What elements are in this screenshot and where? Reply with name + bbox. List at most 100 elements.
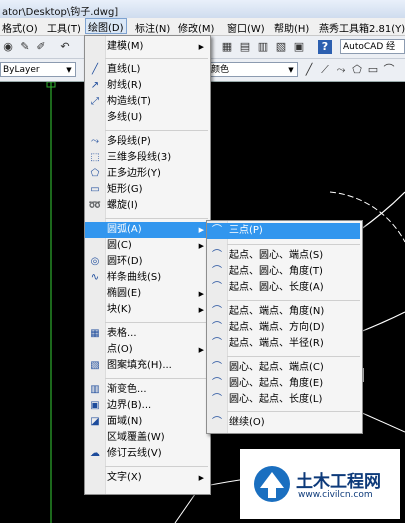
menu-modify[interactable]: 修改(M) [178,20,214,35]
open-icon[interactable]: ◉ [1,40,15,54]
draw-menu-item-label: 区域覆盖(W) [107,432,165,443]
draw-menu-item[interactable]: ◎ 圆环(D) [85,254,208,270]
draw-menu-item-label: 边界(B)... [107,400,152,411]
draw-menu-item[interactable]: ➿ 螺旋(I) [85,198,208,214]
draw-menu-item-label: 矩形(G) [107,184,143,195]
draw-menu-item-label: 正多边形(Y) [107,168,161,179]
draw-menu-item[interactable]: ▧ 图案填充(H)... [85,358,208,374]
menu-separator [105,130,208,131]
draw-menu-item[interactable]: 椭圆(E) ▶ [85,286,208,302]
draw-menu-item-label: 圆(C) [107,240,132,251]
arc-icon: ⌒ [212,306,222,317]
help-icon[interactable]: ? [318,40,332,54]
arc-menu-item[interactable]: ⌒ 起点、圆心、角度(T) [207,264,360,280]
pencil-icon[interactable]: ✎ [18,40,32,54]
menu-window[interactable]: 窗口(W) [227,20,265,35]
menu-dimension[interactable]: 标注(N) [135,20,170,35]
arc-icon: ⌒ [212,394,222,405]
arc-menu-item[interactable]: ⌒ 起点、端点、方向(D) [207,320,360,336]
arc-menu-item[interactable]: ⌒ 继续(O) [207,415,360,431]
menu-separator [105,58,208,59]
menu-separator [105,378,208,379]
menu-separator [227,356,360,357]
arc-tool-icon[interactable]: ⌒ [382,63,396,77]
draw-menu-item[interactable]: ◪ 面域(N) [85,414,208,430]
draw-menu-item[interactable]: ╱ 直线(L) [85,62,208,78]
draw-menu-item-label: 修订云线(V) [107,448,162,459]
draw-menu-item[interactable]: 区域覆盖(W) [85,430,208,446]
menu-help[interactable]: 帮助(H) [274,20,309,35]
workspace-select[interactable]: AutoCAD 经 [340,39,405,54]
draw-menu-item-label: 多段线(P) [107,136,151,147]
arc-menu-item[interactable]: ⌒ 圆心、起点、角度(E) [207,376,360,392]
draw-menu-item[interactable]: ▥ 渐变色... [85,382,208,398]
arc-menu-item[interactable]: ⌒ 起点、端点、半径(R) [207,336,360,352]
arc-menu-item[interactable]: ⌒ 起点、圆心、长度(A) [207,280,360,296]
region-icon: ◪ [90,416,100,427]
draw-menu-item[interactable]: 圆(C) ▶ [85,238,208,254]
revcloud-icon: ☁ [90,448,100,459]
menu-tools[interactable]: 工具(T) [47,20,81,35]
draw-menu-item[interactable]: 文字(X) ▶ [85,470,208,486]
draw-menu-item[interactable]: ⤢ 构造线(T) [85,94,208,110]
draw-menu-item[interactable]: ▣ 边界(B)... [85,398,208,414]
arc-icon: ⌒ [212,250,222,261]
tool-palette-icon[interactable]: ▧ [274,40,288,54]
arc-menu-item[interactable]: ⌒ 起点、圆心、端点(S) [207,248,360,264]
undo-icon[interactable]: ↶ [58,40,72,54]
menu-separator [105,218,208,219]
draw-menu-item[interactable]: ∿ 样条曲线(S) [85,270,208,286]
watermark-brand: 土木工程网 [296,472,381,492]
draw-menu-item[interactable]: ⬚ 三维多段线(3) [85,150,208,166]
brush-icon[interactable]: ✐ [34,40,48,54]
arc-menu-item-label: 起点、端点、方向(D) [229,322,325,333]
chevron-right-icon: ▶ [198,346,204,354]
draw-menu-item-label: 构造线(T) [107,96,151,107]
grid-icon[interactable]: ▦ [220,40,234,54]
arc-menu-item-label: 起点、圆心、端点(S) [229,250,324,261]
color-select[interactable]: 颜色 ▼ [208,62,298,77]
table-icon: ▦ [90,328,100,339]
arc-menu-item-label: 圆心、起点、角度(E) [229,378,324,389]
layer-select[interactable]: ByLayer ▼ [0,62,76,77]
draw-menu-item[interactable]: 建模(M) ▶ [85,39,208,55]
properties-icon[interactable]: ▤ [238,40,252,54]
draw-menu-item-label: 块(K) [107,304,132,315]
arc-icon: ⌒ [212,322,222,333]
rectangle-tool-icon[interactable]: ▭ [366,63,380,77]
draw-menu-item[interactable]: 圆弧(A) ▶ [85,222,208,238]
draw-menu-item[interactable]: ▭ 矩形(G) [85,182,208,198]
arc-icon: ⌒ [212,282,222,293]
arc-menu-item[interactable]: ⌒ 圆心、起点、端点(C) [207,360,360,376]
hatch-icon: ▧ [90,360,100,371]
draw-menu-item[interactable]: 点(O) ▶ [85,342,208,358]
menu-separator [105,322,208,323]
menu-draw[interactable]: 绘图(D) [85,18,127,34]
menu-yanxiu-toolbox[interactable]: 燕秀工具箱2.81(Y) [319,20,405,35]
draw-menu-item[interactable]: 块(K) ▶ [85,302,208,318]
chevron-right-icon: ▶ [198,474,204,482]
arc-menu-item[interactable]: ⌒ 圆心、起点、长度(L) [207,392,360,408]
menu-separator [105,466,208,467]
arc-menu-item-label: 圆心、起点、长度(L) [229,394,323,405]
arc-icon: ⌒ [212,362,222,373]
draw-menu-item[interactable]: ⤳ 多段线(P) [85,134,208,150]
draw-menu-item[interactable]: ⬠ 正多边形(Y) [85,166,208,182]
menu-format[interactable]: 格式(O) [2,20,38,35]
design-center-icon[interactable]: ▥ [256,40,270,54]
calculator-icon[interactable]: ▣ [292,40,306,54]
arc-icon: ⌒ [212,266,222,277]
xline-tool-icon[interactable]: ⟋ [318,63,332,77]
draw-menu-item[interactable]: ▦ 表格... [85,326,208,342]
draw-menu-item[interactable]: ↗ 射线(R) [85,78,208,94]
polyline-tool-icon[interactable]: ⤳ [334,63,348,77]
arc-icon: ⌒ [212,338,222,349]
polygon-tool-icon[interactable]: ⬠ [350,63,364,77]
line-tool-icon[interactable]: ╱ [302,63,316,77]
arc-menu-item[interactable]: ⌒ 起点、端点、角度(N) [207,304,360,320]
layer-value: ByLayer [3,65,40,75]
arc-menu-item[interactable]: ⌒ 三点(P) [207,223,360,239]
3d-polyline-icon: ⬚ [90,152,100,163]
draw-menu-item[interactable]: ☁ 修订云线(V) [85,446,208,462]
draw-menu-item[interactable]: 多线(U) [85,110,208,126]
